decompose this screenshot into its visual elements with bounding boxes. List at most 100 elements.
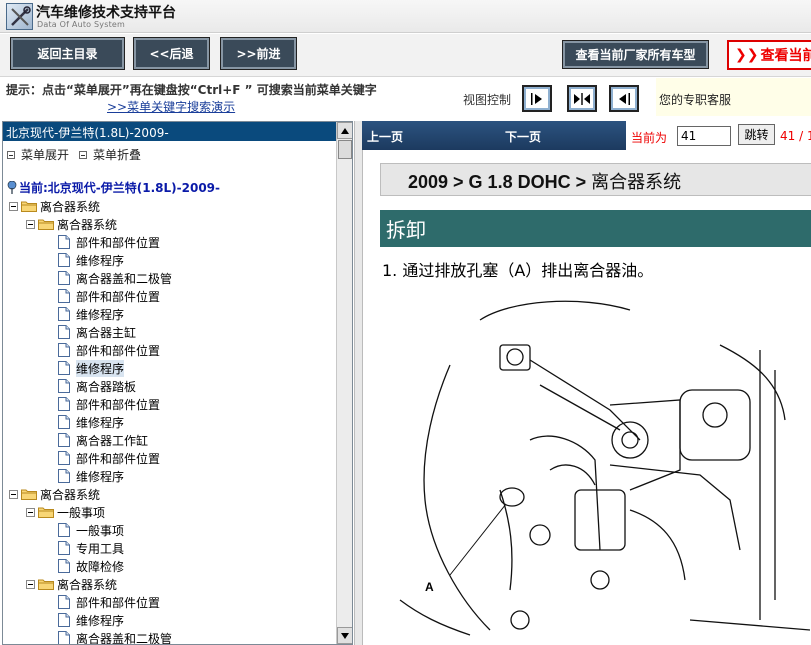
tree-item-label: 离合器盖和二极管 — [76, 631, 173, 645]
tree-item-label: 专用工具 — [76, 541, 125, 556]
tree-item-label: 离合器系统 — [40, 199, 101, 214]
tree-doc-item[interactable]: 一般事项 — [3, 521, 336, 539]
vehicle-header: 北京现代-伊兰特(1.8L)-2009- — [3, 122, 336, 141]
jump-button[interactable]: 跳转 — [738, 124, 775, 145]
tree-item-label: 部件和部件位置 — [76, 397, 161, 412]
tree-item-label: 部件和部件位置 — [76, 289, 161, 304]
collapse-toggle-icon[interactable] — [26, 579, 35, 589]
tree-doc-item[interactable]: 部件和部件位置 — [3, 287, 336, 305]
hint-bar: 提示：点击“菜单展开”再在键盘按“Ctrl+F ” 可搜索当前菜单关键字 >>菜… — [0, 78, 811, 118]
tree-item-label: 维修程序 — [76, 359, 125, 377]
tree-item-label: 部件和部件位置 — [76, 451, 161, 466]
search-demo-link[interactable]: >>菜单关键字搜索演示 — [107, 98, 235, 115]
collapse-toggle-icon[interactable] — [26, 219, 35, 229]
step-text: 1. 通过排放孔塞（A）排出离合器油。 — [382, 261, 654, 280]
document-icon — [58, 235, 70, 249]
tree-doc-item[interactable]: 离合器主缸 — [3, 323, 336, 341]
view-expand-left-button[interactable] — [609, 85, 639, 112]
figure-callout-a: A — [425, 580, 434, 594]
tree-doc-item[interactable]: 维修程序 — [3, 413, 336, 431]
folder-icon — [21, 488, 37, 500]
tree-item-label: 维修程序 — [76, 469, 125, 484]
tree-doc-item[interactable]: 离合器盖和二极管 — [3, 629, 336, 645]
prev-page-link[interactable]: 上一页 — [367, 128, 403, 145]
menu-tree-panel: 北京现代-伊兰特(1.8L)-2009- 菜单展开 菜单折叠 当前:北京现代-伊… — [2, 121, 353, 645]
tree-doc-item[interactable]: 维修程序 — [3, 251, 336, 269]
collapse-toggle-icon[interactable] — [26, 507, 35, 517]
tree-folder-item[interactable]: 离合器系统 — [3, 215, 336, 233]
tree-doc-item[interactable]: 维修程序 — [3, 611, 336, 629]
tree-doc-item[interactable]: 部件和部件位置 — [3, 233, 336, 251]
double-chevron-icon: ❯❯ — [735, 47, 759, 63]
hint-text: 提示：点击“菜单展开”再在键盘按“Ctrl+F ” 可搜索当前菜单关键字 — [6, 83, 377, 97]
document-icon — [58, 289, 70, 303]
tree-item-label: 部件和部件位置 — [76, 343, 161, 358]
expand-menu-button[interactable]: 菜单展开 — [7, 146, 69, 163]
collapse-toggle-icon[interactable] — [9, 201, 18, 211]
home-button[interactable]: 返回主目录 — [10, 37, 125, 70]
document-icon — [58, 415, 70, 429]
view-split-button[interactable] — [567, 85, 597, 112]
tree-item-label: 离合器工作缸 — [76, 433, 149, 448]
page-number-input[interactable] — [677, 126, 731, 146]
document-icon — [58, 541, 70, 555]
forward-button[interactable]: >>前进 — [220, 37, 297, 70]
tree-folder-item[interactable]: 离合器系统 — [3, 485, 336, 503]
arrows-center-icon — [574, 92, 590, 105]
location-pin-icon — [7, 181, 17, 194]
document-icon — [58, 631, 70, 644]
clutch-diagram-figure: A — [380, 290, 811, 645]
tree-doc-item[interactable]: 部件和部件位置 — [3, 449, 336, 467]
document-icon — [58, 433, 70, 447]
folder-icon — [38, 578, 54, 590]
next-page-link[interactable]: 下一页 — [505, 128, 541, 145]
main-toolbar: 返回主目录 <<后退 >>前进 查看当前厂家所有车型 ❯❯ 查看当前 — [0, 34, 811, 77]
tree-doc-item[interactable]: 离合器踏板 — [3, 377, 336, 395]
back-button[interactable]: <<后退 — [133, 37, 210, 70]
expand-box-icon — [7, 151, 15, 159]
tree-doc-item[interactable]: 离合器工作缸 — [3, 431, 336, 449]
arrow-right-bar-icon — [531, 92, 542, 105]
tree-doc-item[interactable]: 部件和部件位置 — [3, 593, 336, 611]
tree-doc-item[interactable]: 维修程序 — [3, 305, 336, 323]
folder-icon — [21, 200, 37, 212]
tree-doc-item[interactable]: 离合器盖和二极管 — [3, 269, 336, 287]
tree-scrollbar[interactable] — [336, 122, 352, 644]
page-jump-box: 当前为 跳转 41 / 1 — [626, 121, 811, 150]
tree-item-label: 部件和部件位置 — [76, 595, 161, 610]
document-icon — [58, 253, 70, 267]
page-total: 41 / 1 — [780, 129, 811, 143]
tree-folder-item[interactable]: 离合器系统 — [3, 575, 336, 593]
collapse-toggle-icon[interactable] — [9, 489, 18, 499]
collapse-box-icon — [79, 151, 88, 159]
document-icon — [58, 307, 70, 321]
app-subtitle: Data Of Auto System — [37, 20, 126, 29]
scroll-up-arrow[interactable] — [337, 122, 352, 139]
tree-doc-item[interactable]: 部件和部件位置 — [3, 341, 336, 359]
document-icon — [58, 271, 70, 285]
tree-item-label: 维修程序 — [76, 253, 125, 268]
document-icon — [58, 559, 70, 573]
tree-item-label: 部件和部件位置 — [76, 235, 161, 250]
tree-folder-item[interactable]: 离合器系统 — [3, 197, 336, 215]
folder-icon — [38, 506, 54, 518]
tree-item-label: 维修程序 — [76, 613, 125, 628]
view-all-models-button[interactable]: 查看当前厂家所有车型 — [562, 40, 709, 69]
tree-doc-item[interactable]: 维修程序 — [3, 359, 336, 377]
document-icon — [58, 469, 70, 483]
tree-doc-item[interactable]: 部件和部件位置 — [3, 395, 336, 413]
tree-item-label: 故障检修 — [76, 559, 125, 574]
tree-doc-item[interactable]: 专用工具 — [3, 539, 336, 557]
scroll-thumb[interactable] — [338, 140, 352, 159]
tree-doc-item[interactable]: 故障检修 — [3, 557, 336, 575]
collapse-menu-button[interactable]: 菜单折叠 — [79, 146, 141, 163]
tree-folder-item[interactable]: 一般事项 — [3, 503, 336, 521]
view-current-button[interactable]: ❯❯ 查看当前 — [727, 40, 811, 70]
tree-item-label: 离合器踏板 — [76, 379, 137, 394]
tree-doc-item[interactable]: 维修程序 — [3, 467, 336, 485]
current-vehicle[interactable]: 当前:北京现代-伊兰特(1.8L)-2009- — [7, 179, 220, 196]
view-expand-right-button[interactable] — [522, 85, 552, 112]
tree-item-label: 维修程序 — [76, 415, 125, 430]
scroll-down-arrow[interactable] — [337, 627, 352, 644]
panel-splitter[interactable] — [354, 121, 362, 645]
